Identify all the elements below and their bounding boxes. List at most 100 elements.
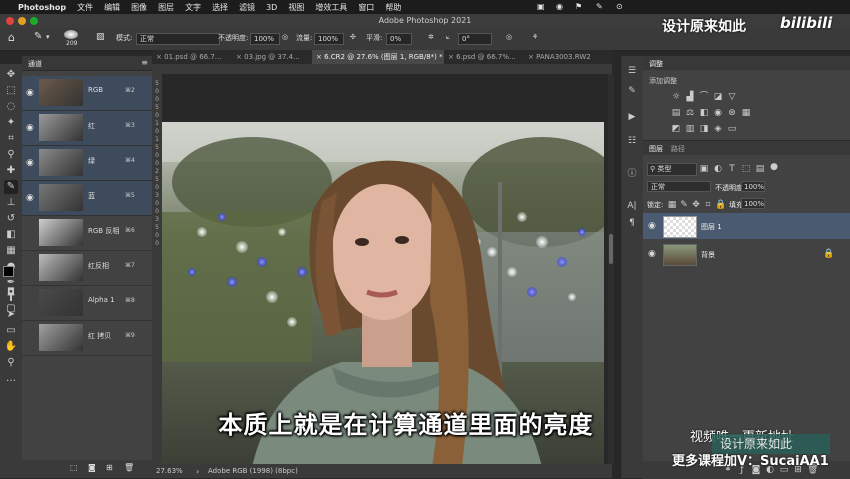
- healing-tool-icon[interactable]: ✚: [4, 164, 18, 178]
- layer-name[interactable]: 图层 1: [701, 222, 722, 232]
- opacity-input[interactable]: 100%: [250, 33, 280, 45]
- eye-icon[interactable]: ◉: [648, 221, 656, 231]
- channels-tab[interactable]: 通道: [28, 59, 42, 69]
- channel-mixer-icon[interactable]: ⊛: [727, 108, 737, 118]
- close-icon[interactable]: ×: [316, 53, 322, 61]
- history-brush-icon[interactable]: ↺: [4, 212, 18, 226]
- brush-tool-icon[interactable]: ✎: [34, 31, 42, 42]
- scrollbar-thumb[interactable]: [609, 234, 613, 264]
- load-selection-icon[interactable]: ⬚: [70, 463, 78, 472]
- symmetry-icon[interactable]: ⚘: [532, 33, 538, 41]
- crop-tool-icon[interactable]: ⌗: [4, 132, 18, 146]
- brightness-icon[interactable]: ☼: [671, 92, 681, 102]
- brush-settings-icon[interactable]: ▨: [96, 32, 105, 42]
- info-icon[interactable]: ⓘ: [626, 166, 638, 179]
- eraser-tool-icon[interactable]: ◧: [4, 228, 18, 242]
- layer-row[interactable]: ◉ 图层 1: [643, 213, 850, 239]
- channel-row[interactable]: 红反相 ⌘7: [22, 251, 152, 286]
- filter-pixel-icon[interactable]: ▣: [699, 164, 709, 174]
- eye-icon[interactable]: ◉: [26, 88, 34, 98]
- foreground-color-swatch[interactable]: [3, 266, 14, 277]
- channel-row[interactable]: ◉ 红 ⌘3: [22, 111, 152, 146]
- filter-adjust-icon[interactable]: ◐: [713, 164, 723, 174]
- angle-icon[interactable]: ⟀: [446, 33, 450, 42]
- marquee-tool-icon[interactable]: ⬚: [4, 84, 18, 98]
- smooth-input[interactable]: 0%: [386, 33, 412, 45]
- menu-layer[interactable]: 图层: [158, 2, 174, 13]
- lock-all-icon[interactable]: 🔒: [715, 200, 726, 210]
- channel-row[interactable]: Alpha 1 ⌘8: [22, 286, 152, 321]
- filter-shape-icon[interactable]: ⬚: [741, 164, 751, 174]
- brush-tool-icon[interactable]: ✎: [4, 180, 18, 194]
- pressure-opacity-icon[interactable]: ◎: [282, 33, 288, 41]
- eye-icon[interactable]: ◉: [26, 193, 34, 203]
- menu-filter[interactable]: 滤镜: [239, 2, 255, 13]
- lasso-tool-icon[interactable]: ◌: [4, 100, 18, 114]
- zoom-tool-icon[interactable]: ⚲: [4, 356, 18, 370]
- brush-preset-swatch[interactable]: [64, 30, 78, 39]
- menu-type[interactable]: 文字: [185, 2, 201, 13]
- selective-color-icon[interactable]: ◈: [713, 124, 723, 134]
- home-icon[interactable]: ⌂: [8, 31, 15, 44]
- blend-mode-select[interactable]: 正常: [647, 181, 711, 192]
- angle-input[interactable]: 0°: [458, 33, 492, 45]
- flow-input[interactable]: 100%: [314, 33, 344, 45]
- rectangle-tool-icon[interactable]: ▭: [4, 324, 18, 338]
- lock-position-icon[interactable]: ✥: [691, 200, 701, 210]
- pressure-size-icon[interactable]: ◎: [506, 33, 512, 41]
- layer-filter-select[interactable]: ⚲ 类型: [647, 163, 697, 176]
- color-lookup-icon[interactable]: ▦: [741, 108, 751, 118]
- history-icon[interactable]: ☰: [626, 66, 638, 78]
- eye-icon[interactable]: ◉: [26, 123, 34, 133]
- menu-help[interactable]: 帮助: [385, 2, 401, 13]
- gradient-map-icon[interactable]: ▭: [727, 124, 737, 134]
- close-icon[interactable]: ×: [236, 53, 242, 61]
- menu-view[interactable]: 视图: [288, 2, 304, 13]
- menu-window[interactable]: 窗口: [358, 2, 374, 13]
- paragraph-icon[interactable]: ¶: [626, 218, 638, 230]
- channel-row[interactable]: ◉ RGB ⌘2: [22, 76, 152, 111]
- more-tools-icon[interactable]: …: [4, 372, 18, 386]
- zoom-level[interactable]: 27.63%: [156, 467, 183, 475]
- doc-tab-1[interactable]: × 01.psd @ 66.7...: [152, 50, 232, 64]
- layer-opacity-input[interactable]: 100%: [741, 181, 765, 192]
- smooth-settings-icon[interactable]: ✲: [428, 33, 434, 41]
- filter-smart-icon[interactable]: ▤: [755, 164, 765, 174]
- levels-icon[interactable]: ▟: [685, 92, 695, 102]
- menu-plugins[interactable]: 增效工具: [315, 2, 347, 13]
- properties-icon[interactable]: ☷: [626, 136, 638, 148]
- play-actions-icon[interactable]: ▶: [626, 112, 638, 124]
- menu-file[interactable]: 文件: [77, 2, 93, 13]
- filter-type-icon[interactable]: T: [727, 164, 737, 174]
- channel-row[interactable]: ◉ 绿 ⌘4: [22, 146, 152, 181]
- chevron-down-icon[interactable]: ▾: [46, 33, 50, 41]
- mode-select[interactable]: 正常: [136, 33, 220, 45]
- tray-pencil-icon[interactable]: ✎: [596, 2, 603, 11]
- tray-app-icon[interactable]: ▣: [537, 2, 545, 11]
- color-balance-icon[interactable]: ⚖: [685, 108, 695, 118]
- close-icon[interactable]: ×: [156, 53, 162, 61]
- close-icon[interactable]: ×: [448, 53, 454, 61]
- layer-name[interactable]: 背景: [701, 250, 715, 260]
- chevron-right-icon[interactable]: ›: [196, 467, 199, 476]
- layer-row[interactable]: ◉ 背景 🔒: [643, 241, 850, 267]
- doc-tab-3[interactable]: × 6.CR2 @ 27.6% (图层 1, RGB/8*) *: [312, 50, 444, 64]
- save-selection-icon[interactable]: ◙: [88, 463, 96, 472]
- menu-app-name[interactable]: Photoshop: [18, 3, 66, 12]
- stamp-tool-icon[interactable]: ⊥: [4, 196, 18, 210]
- photo-filter-icon[interactable]: ◉: [713, 108, 723, 118]
- black-white-icon[interactable]: ◧: [699, 108, 709, 118]
- quick-mask-icon[interactable]: ◘: [4, 286, 18, 300]
- channel-row[interactable]: 红 拷贝 ⌘9: [22, 321, 152, 356]
- lock-pixels-icon[interactable]: ▦: [667, 200, 677, 210]
- lock-paint-icon[interactable]: ✎: [679, 200, 689, 210]
- vibrance-icon[interactable]: ▽: [727, 92, 737, 102]
- screen-mode-icon[interactable]: ▢: [4, 302, 18, 316]
- tray-chat-icon[interactable]: ◉: [556, 2, 563, 11]
- doc-tab-4[interactable]: × 6.psd @ 66.7%...: [444, 50, 524, 64]
- paths-tab[interactable]: 路径: [671, 144, 685, 154]
- tray-control-icon[interactable]: ⊙: [616, 2, 623, 11]
- layers-tab[interactable]: 图层: [649, 144, 663, 154]
- doc-tab-2[interactable]: × 03.jpg @ 37.4...: [232, 50, 312, 64]
- gradient-tool-icon[interactable]: ▦: [4, 244, 18, 258]
